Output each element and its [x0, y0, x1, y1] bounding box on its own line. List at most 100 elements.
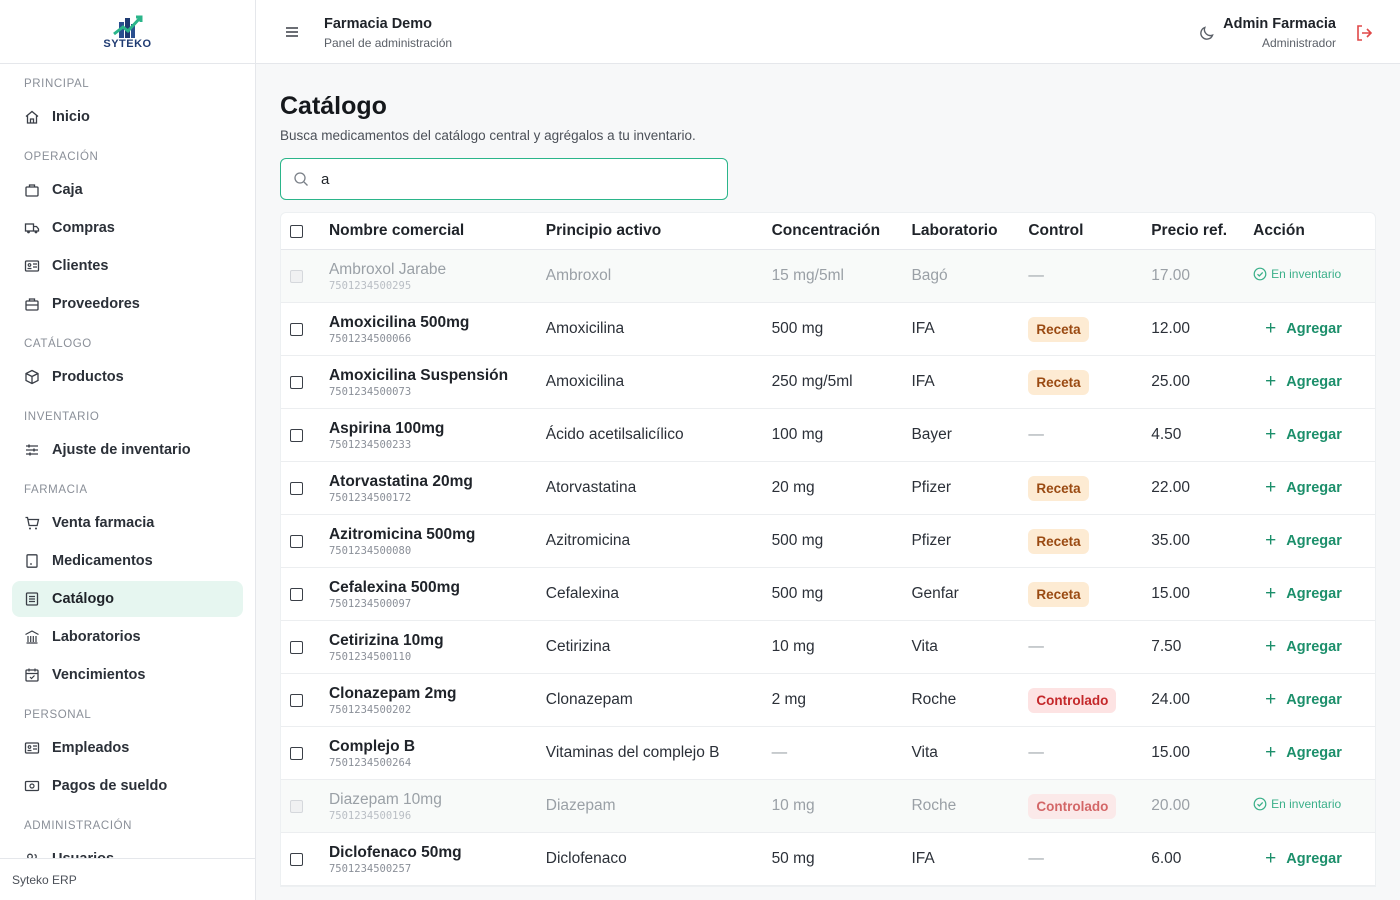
row-checkbox[interactable]	[290, 693, 303, 707]
box-icon	[24, 369, 40, 385]
money-icon	[24, 778, 40, 794]
laboratory: IFA	[911, 320, 935, 337]
table-row: Amoxicilina Suspensión 7501234500073 Amox…	[281, 356, 1375, 409]
active-ingredient: Cetirizina	[545, 638, 611, 655]
sidebar-nav: PRINCIPAL Inicio OPERACIÓN Caja Compras Clien…	[0, 64, 255, 858]
row-checkbox[interactable]	[290, 428, 303, 442]
add-label: Agregar	[1286, 850, 1342, 867]
sidebar-item-productos[interactable]: Productos	[12, 359, 243, 395]
check-circle-icon	[1253, 267, 1267, 280]
sidebar-item-pagos-de-sueldo[interactable]: Pagos de sueldo	[12, 768, 243, 804]
product-name: Azitromicina 500mg	[328, 525, 476, 543]
control-badge: Receta	[1028, 475, 1089, 501]
concentration: 10 mg	[771, 638, 815, 655]
product-barcode: 7501234500066	[328, 332, 412, 345]
add-button[interactable]: + Agregar	[1253, 743, 1342, 762]
product-barcode: 7501234500233	[328, 438, 412, 451]
row-checkbox[interactable]	[290, 481, 303, 495]
add-button[interactable]: + Agregar	[1253, 319, 1342, 338]
list-icon	[24, 591, 40, 607]
concentration: 50 mg	[771, 850, 815, 867]
add-label: Agregar	[1286, 320, 1342, 337]
control-badge: Receta	[1028, 316, 1089, 342]
laboratory: Genfar	[911, 585, 959, 602]
row-checkbox[interactable]	[290, 852, 303, 866]
sidebar-item-venta-farmacia[interactable]: Venta farmacia	[12, 505, 243, 541]
concentration: 500 mg	[771, 585, 824, 602]
add-button[interactable]: + Agregar	[1253, 690, 1342, 709]
active-ingredient: Vitaminas del complejo B	[545, 744, 720, 761]
ref-price: 35.00	[1151, 532, 1191, 549]
sidebar-item-vencimientos[interactable]: Vencimientos	[12, 657, 243, 693]
briefcase-icon	[24, 182, 40, 198]
concentration: 20 mg	[771, 479, 815, 496]
row-checkbox[interactable]	[290, 640, 303, 654]
add-label: Agregar	[1286, 638, 1342, 655]
syteko-logo[interactable]: SYTEKO	[103, 14, 151, 50]
sidebar-item-proveedores[interactable]: Proveedores	[12, 286, 243, 322]
product-barcode: 7501234500257	[328, 862, 412, 875]
row-checkbox	[290, 269, 303, 283]
sidebar-item-compras[interactable]: Compras	[12, 210, 243, 246]
product-barcode: 7501234500110	[328, 650, 412, 663]
document-icon	[24, 553, 40, 569]
sidebar-item-medicamentos[interactable]: Medicamentos	[12, 543, 243, 579]
add-button[interactable]: + Agregar	[1253, 425, 1342, 444]
table-row: Diazepam 10mg 7501234500196 Diazepam 10 m…	[281, 780, 1375, 833]
sidebar-item-label: Laboratorios	[52, 629, 141, 645]
control-badge: Receta	[1028, 369, 1089, 395]
menu-toggle-icon[interactable]	[284, 24, 300, 40]
ref-price: 17.00	[1151, 267, 1191, 284]
laboratory: Bagó	[911, 267, 948, 284]
nav-section-label: PERSONAL	[24, 709, 92, 721]
sidebar-item-catalogo[interactable]: Catálogo	[12, 581, 243, 617]
sidebar-item-label: Pagos de sueldo	[52, 778, 168, 794]
plus-icon: +	[1265, 689, 1277, 710]
sidebar-item-ajuste-de-inventario[interactable]: Ajuste de inventario	[12, 432, 243, 468]
select-all-checkbox[interactable]	[290, 224, 303, 238]
laboratory: Bayer	[911, 426, 952, 443]
row-checkbox[interactable]	[290, 746, 303, 760]
sliders-icon	[24, 442, 40, 458]
ref-price: 12.00	[1151, 320, 1191, 337]
control-badge: Controlado	[1028, 793, 1117, 819]
row-checkbox[interactable]	[290, 375, 303, 389]
add-button[interactable]: + Agregar	[1253, 531, 1342, 550]
logout-icon[interactable]	[1354, 23, 1374, 43]
plus-icon: +	[1265, 530, 1277, 551]
concentration: 15 mg/5ml	[771, 267, 844, 284]
add-button[interactable]: + Agregar	[1253, 584, 1342, 603]
sidebar-item-caja[interactable]: Caja	[12, 172, 243, 208]
add-button[interactable]: + Agregar	[1253, 478, 1342, 497]
sidebar-item-clientes[interactable]: Clientes	[12, 248, 243, 284]
add-button[interactable]: + Agregar	[1253, 637, 1342, 656]
add-button[interactable]: + Agregar	[1253, 372, 1342, 391]
active-ingredient: Amoxicilina	[545, 320, 625, 337]
laboratory: Pfizer	[911, 532, 952, 549]
plus-icon: +	[1265, 636, 1277, 657]
table-row: Complejo B 7501234500264 Vitaminas del co…	[281, 727, 1375, 780]
sidebar-item-label: Vencimientos	[52, 667, 146, 683]
add-button[interactable]: + Agregar	[1253, 849, 1342, 868]
users-icon	[24, 851, 40, 858]
sidebar-item-laboratorios[interactable]: Laboratorios	[12, 619, 243, 655]
sidebar-item-label: Inicio	[52, 109, 90, 125]
dark-mode-moon-icon[interactable]	[1198, 24, 1216, 42]
laboratory: Pfizer	[911, 479, 952, 496]
sidebar-item-empleados[interactable]: Empleados	[12, 730, 243, 766]
search-input[interactable]	[321, 170, 715, 188]
id-card-icon	[24, 740, 40, 756]
truck-icon	[24, 220, 40, 236]
sidebar-item-inicio[interactable]: Inicio	[12, 99, 243, 135]
plus-icon: +	[1265, 371, 1277, 392]
ref-price: 24.00	[1151, 691, 1191, 708]
row-checkbox[interactable]	[290, 322, 303, 336]
row-checkbox[interactable]	[290, 534, 303, 548]
table-row: Diclofenaco 50mg 7501234500257 Diclofenac…	[281, 833, 1375, 886]
sidebar-item-usuarios[interactable]: Usuarios	[12, 841, 243, 858]
search-box[interactable]	[280, 158, 728, 200]
plus-icon: +	[1265, 848, 1277, 869]
product-name: Atorvastatina 20mg	[328, 472, 473, 490]
table-row: Atorvastatina 20mg 7501234500172 Atorvast…	[281, 462, 1375, 515]
row-checkbox[interactable]	[290, 587, 303, 601]
